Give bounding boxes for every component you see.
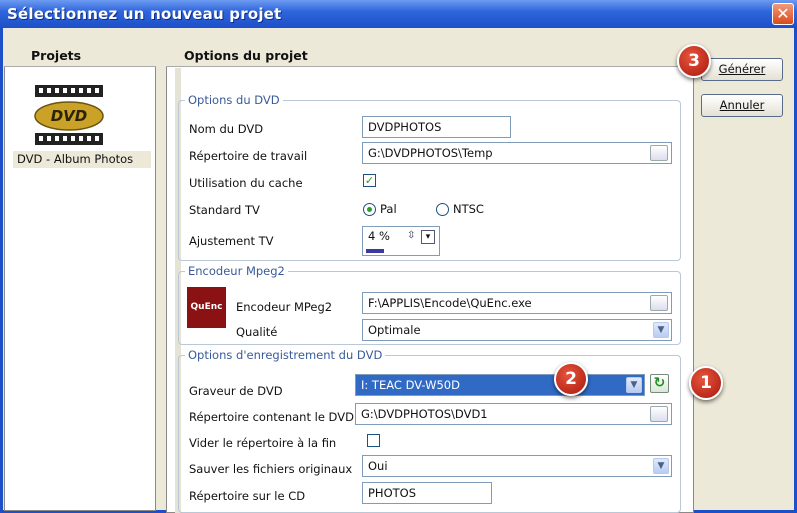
tv-adjust-label: Ajustement TV bbox=[189, 234, 274, 248]
browse-folder-icon[interactable] bbox=[650, 145, 668, 161]
empty-dir-label: Vider le répertoire à la fin bbox=[189, 436, 337, 450]
encoder-label: Encodeur MPeg2 bbox=[236, 300, 333, 314]
chevron-down-icon[interactable]: ▼ bbox=[626, 377, 642, 393]
output-dir-value: G:\DVDPHOTOS\DVD1 bbox=[361, 407, 488, 421]
ntsc-radio[interactable] bbox=[436, 203, 449, 216]
tv-adjust-spinner[interactable]: 4 % ⇳ ▾ bbox=[362, 226, 440, 256]
encoder-path-value: F:\APPLIS\Encode\QuEnc.exe bbox=[368, 296, 532, 310]
output-dir-input[interactable]: G:\DVDPHOTOS\DVD1 bbox=[355, 403, 672, 425]
generate-button[interactable]: Générer bbox=[701, 58, 783, 81]
group-title: Encodeur Mpeg2 bbox=[185, 264, 288, 278]
dvd-video-icon[interactable]: DVD bbox=[33, 85, 105, 147]
svg-text:DVD: DVD bbox=[51, 107, 88, 125]
spin-updown-icon[interactable]: ⇳ bbox=[407, 231, 415, 241]
burner-value: I: TEAC DV-W50D bbox=[361, 378, 460, 392]
quality-label: Qualité bbox=[236, 325, 278, 339]
workdir-label: Répertoire de travail bbox=[189, 149, 308, 163]
projects-header: Projets bbox=[4, 45, 156, 67]
dvd-name-label: Nom du DVD bbox=[189, 122, 264, 136]
browse-folder-icon[interactable] bbox=[650, 406, 668, 422]
window-title: Sélectionnez un nouveau projet bbox=[7, 5, 282, 23]
callout-badge-2: 2 bbox=[554, 362, 588, 396]
chevron-down-icon[interactable]: ▼ bbox=[653, 458, 669, 474]
quenc-logo: QuEnc bbox=[187, 287, 226, 328]
output-dir-label: Répertoire contenant le DVD bbox=[189, 410, 354, 424]
project-item-label[interactable]: DVD - Album Photos bbox=[13, 151, 151, 168]
pal-label[interactable]: Pal bbox=[380, 201, 397, 217]
callout-badge-3: 3 bbox=[677, 44, 711, 78]
workdir-value: G:\DVDPHOTOS\Temp bbox=[368, 146, 493, 160]
close-button[interactable]: ✕ bbox=[772, 3, 794, 25]
quality-select[interactable]: Optimale ▼ bbox=[362, 319, 672, 341]
tv-standard-label: Standard TV bbox=[189, 203, 260, 217]
refresh-icon[interactable]: ↻ bbox=[650, 374, 669, 393]
tv-adjust-value: 4 % bbox=[368, 229, 390, 243]
cache-checkbox[interactable]: ✓ bbox=[363, 174, 376, 187]
group-title: Options d'enregistrement du DVD bbox=[185, 348, 386, 362]
save-originals-select[interactable]: Oui ▼ bbox=[362, 455, 672, 477]
burner-select[interactable]: I: TEAC DV-W50D ▼ bbox=[355, 374, 645, 396]
chevron-down-icon[interactable]: ▼ bbox=[653, 322, 669, 338]
cd-dir-label: Répertoire sur le CD bbox=[189, 489, 306, 503]
title-bar: Sélectionnez un nouveau projet bbox=[0, 0, 797, 28]
workdir-input[interactable]: G:\DVDPHOTOS\Temp bbox=[362, 142, 672, 164]
tv-adjust-level-bar bbox=[366, 249, 384, 253]
quality-value: Optimale bbox=[368, 323, 421, 337]
callout-badge-1: 1 bbox=[689, 366, 723, 400]
save-originals-label: Sauver les fichiers originaux bbox=[189, 462, 353, 476]
options-header: Options du projet bbox=[166, 45, 694, 67]
dvd-name-input[interactable]: DVDPHOTOS bbox=[362, 116, 511, 138]
ntsc-label[interactable]: NTSC bbox=[453, 201, 484, 217]
burner-label: Graveur de DVD bbox=[189, 384, 283, 398]
spin-menu-icon[interactable]: ▾ bbox=[421, 230, 435, 244]
cd-dir-input[interactable]: PHOTOS bbox=[362, 482, 492, 504]
empty-dir-checkbox[interactable] bbox=[367, 434, 380, 447]
cancel-button[interactable]: Annuler bbox=[701, 94, 783, 117]
group-title: Options du DVD bbox=[185, 93, 283, 107]
cache-label: Utilisation du cache bbox=[189, 176, 303, 190]
save-originals-value: Oui bbox=[368, 459, 388, 473]
browse-folder-icon[interactable] bbox=[650, 295, 668, 311]
pal-radio[interactable] bbox=[363, 203, 376, 216]
encoder-path-input[interactable]: F:\APPLIS\Encode\QuEnc.exe bbox=[362, 292, 672, 314]
